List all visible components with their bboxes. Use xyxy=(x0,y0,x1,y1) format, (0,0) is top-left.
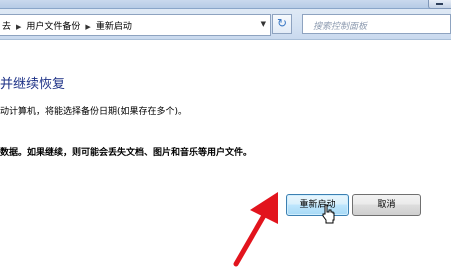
warning-text: 数据。如果继续，则可能会丢失文档、图片和音乐等用户文件。 xyxy=(0,148,253,158)
page-title: 并继续恢复 xyxy=(0,77,66,92)
window-title-strip xyxy=(0,0,451,9)
red-arrow-annotation xyxy=(233,192,278,267)
breadcrumb-trail: 去 ▶ 用户文件备份 ▶ 重新启动 xyxy=(2,19,132,32)
breadcrumb-item-user-file-backup[interactable]: 用户文件备份 xyxy=(26,22,80,32)
refresh-icon: ↻ xyxy=(277,16,288,30)
mouse-cursor-icon xyxy=(322,204,335,224)
breadcrumb-item-partial[interactable]: 去 xyxy=(2,22,11,32)
breadcrumb-separator-icon[interactable]: ▶ xyxy=(16,23,21,31)
dropdown-icon[interactable]: ▼ xyxy=(261,20,266,28)
address-bar: 去 ▶ 用户文件备份 ▶ 重新启动 ▼ ↻ 搜索控制面板 xyxy=(0,9,451,40)
breadcrumb[interactable]: 去 ▶ 用户文件备份 ▶ 重新启动 ▼ xyxy=(0,14,271,36)
cancel-button[interactable]: 取消 xyxy=(352,194,421,216)
breadcrumb-item-restart[interactable]: 重新启动 xyxy=(96,22,132,32)
search-input[interactable]: 搜索控制面板 xyxy=(302,14,451,34)
refresh-button[interactable]: ↻ xyxy=(272,14,292,34)
breadcrumb-separator-icon[interactable]: ▶ xyxy=(85,23,90,31)
minimize-icon xyxy=(436,3,443,5)
instruction-text: 动计算机，将能选择备份日期(如果存在多个)。 xyxy=(0,107,188,117)
restart-button[interactable]: 重新启动 xyxy=(286,194,349,216)
minimize-button[interactable] xyxy=(428,0,451,9)
search-placeholder: 搜索控制面板 xyxy=(313,22,368,32)
